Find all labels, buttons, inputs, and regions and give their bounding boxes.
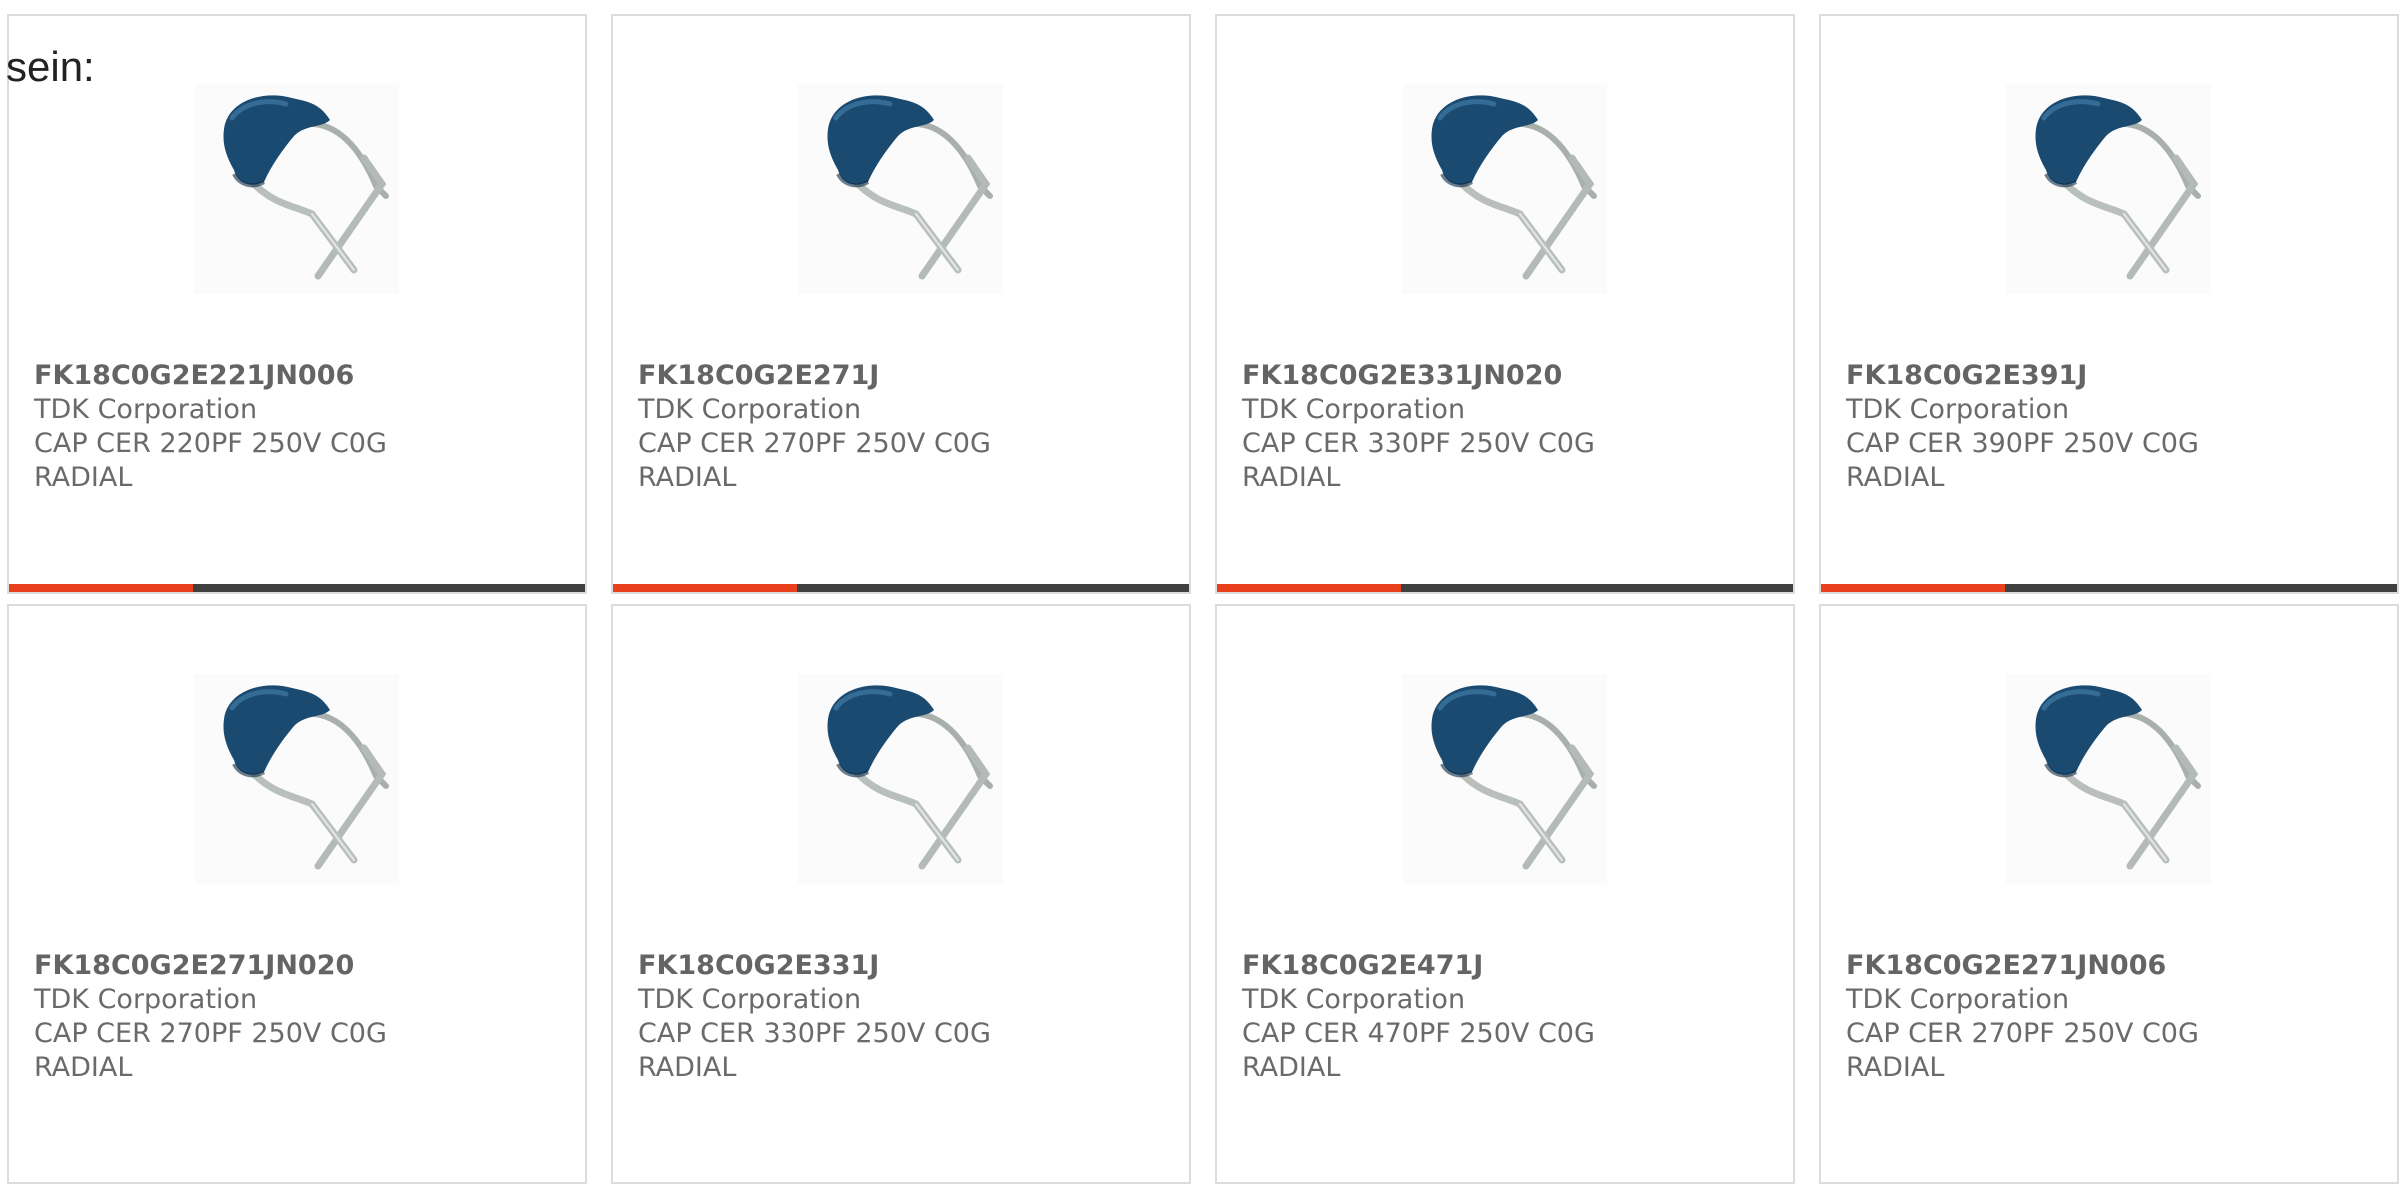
product-info: FK18C0G2E271J TDK Corporation CAP CER 27…	[638, 359, 991, 495]
part-number[interactable]: FK18C0G2E221JN006	[34, 359, 387, 393]
part-number[interactable]: FK18C0G2E331JN020	[1242, 359, 1595, 393]
product-info: FK18C0G2E271JN006 TDK Corporation CAP CE…	[1846, 949, 2199, 1085]
product-card[interactable]: FK18C0G2E331J TDK Corporation CAP CER 33…	[611, 604, 1191, 1184]
description: CAP CER 330PF 250V C0G	[1242, 428, 1595, 459]
progress-bar	[1821, 584, 2397, 592]
capacitor-image[interactable]	[1402, 674, 1607, 884]
part-number[interactable]: FK18C0G2E331J	[638, 949, 991, 983]
description: CAP CER 270PF 250V C0G	[34, 1018, 387, 1049]
manufacturer: TDK Corporation	[34, 394, 258, 425]
description-package: RADIAL	[1846, 1052, 1945, 1083]
progress-bar-fill	[613, 584, 797, 592]
product-info: FK18C0G2E331J TDK Corporation CAP CER 33…	[638, 949, 991, 1085]
description-package: RADIAL	[638, 1052, 737, 1083]
part-number[interactable]: FK18C0G2E391J	[1846, 359, 2199, 393]
manufacturer: TDK Corporation	[1242, 394, 1466, 425]
progress-bar-fill	[9, 584, 193, 592]
product-card[interactable]: FK18C0G2E391J TDK Corporation CAP CER 39…	[1819, 14, 2399, 594]
description: CAP CER 270PF 250V C0G	[638, 428, 991, 459]
product-info: FK18C0G2E271JN020 TDK Corporation CAP CE…	[34, 949, 387, 1085]
capacitor-image[interactable]	[194, 674, 399, 884]
progress-bar	[9, 584, 585, 592]
description: CAP CER 390PF 250V C0G	[1846, 428, 2199, 459]
capacitor-image[interactable]	[1402, 84, 1607, 294]
intro-text: sein:	[6, 43, 95, 90]
capacitor-image[interactable]	[194, 84, 399, 294]
capacitor-image[interactable]	[798, 84, 1003, 294]
description: CAP CER 470PF 250V C0G	[1242, 1018, 1595, 1049]
product-card[interactable]: FK18C0G2E221JN006 TDK Corporation CAP CE…	[7, 14, 587, 594]
manufacturer: TDK Corporation	[1846, 394, 2070, 425]
product-info: FK18C0G2E471J TDK Corporation CAP CER 47…	[1242, 949, 1595, 1085]
description-package: RADIAL	[1242, 1052, 1341, 1083]
description: CAP CER 330PF 250V C0G	[638, 1018, 991, 1049]
manufacturer: TDK Corporation	[1846, 984, 2070, 1015]
description: CAP CER 220PF 250V C0G	[34, 428, 387, 459]
capacitor-image[interactable]	[2006, 674, 2211, 884]
product-card[interactable]: FK18C0G2E331JN020 TDK Corporation CAP CE…	[1215, 14, 1795, 594]
product-card[interactable]: FK18C0G2E271JN006 TDK Corporation CAP CE…	[1819, 604, 2399, 1184]
manufacturer: TDK Corporation	[1242, 984, 1466, 1015]
product-info: FK18C0G2E391J TDK Corporation CAP CER 39…	[1846, 359, 2199, 495]
product-card[interactable]: FK18C0G2E471J TDK Corporation CAP CER 47…	[1215, 604, 1795, 1184]
capacitor-image[interactable]	[798, 674, 1003, 884]
manufacturer: TDK Corporation	[34, 984, 258, 1015]
description-package: RADIAL	[34, 1052, 133, 1083]
product-card[interactable]: FK18C0G2E271J TDK Corporation CAP CER 27…	[611, 14, 1191, 594]
description-package: RADIAL	[1846, 462, 1945, 493]
progress-bar	[613, 584, 1189, 592]
description-package: RADIAL	[1242, 462, 1341, 493]
product-card[interactable]: FK18C0G2E271JN020 TDK Corporation CAP CE…	[7, 604, 587, 1184]
manufacturer: TDK Corporation	[638, 984, 862, 1015]
capacitor-image[interactable]	[2006, 84, 2211, 294]
description-package: RADIAL	[638, 462, 737, 493]
part-number[interactable]: FK18C0G2E271JN006	[1846, 949, 2199, 983]
description: CAP CER 270PF 250V C0G	[1846, 1018, 2199, 1049]
product-info: FK18C0G2E331JN020 TDK Corporation CAP CE…	[1242, 359, 1595, 495]
part-number[interactable]: FK18C0G2E471J	[1242, 949, 1595, 983]
progress-bar-fill	[1821, 584, 2005, 592]
part-number[interactable]: FK18C0G2E271JN020	[34, 949, 387, 983]
progress-bar	[1217, 584, 1793, 592]
progress-bar-fill	[1217, 584, 1401, 592]
description-package: RADIAL	[34, 462, 133, 493]
part-number[interactable]: FK18C0G2E271J	[638, 359, 991, 393]
manufacturer: TDK Corporation	[638, 394, 862, 425]
product-info: FK18C0G2E221JN006 TDK Corporation CAP CE…	[34, 359, 387, 495]
product-grid: FK18C0G2E221JN006 TDK Corporation CAP CE…	[7, 14, 2399, 1184]
